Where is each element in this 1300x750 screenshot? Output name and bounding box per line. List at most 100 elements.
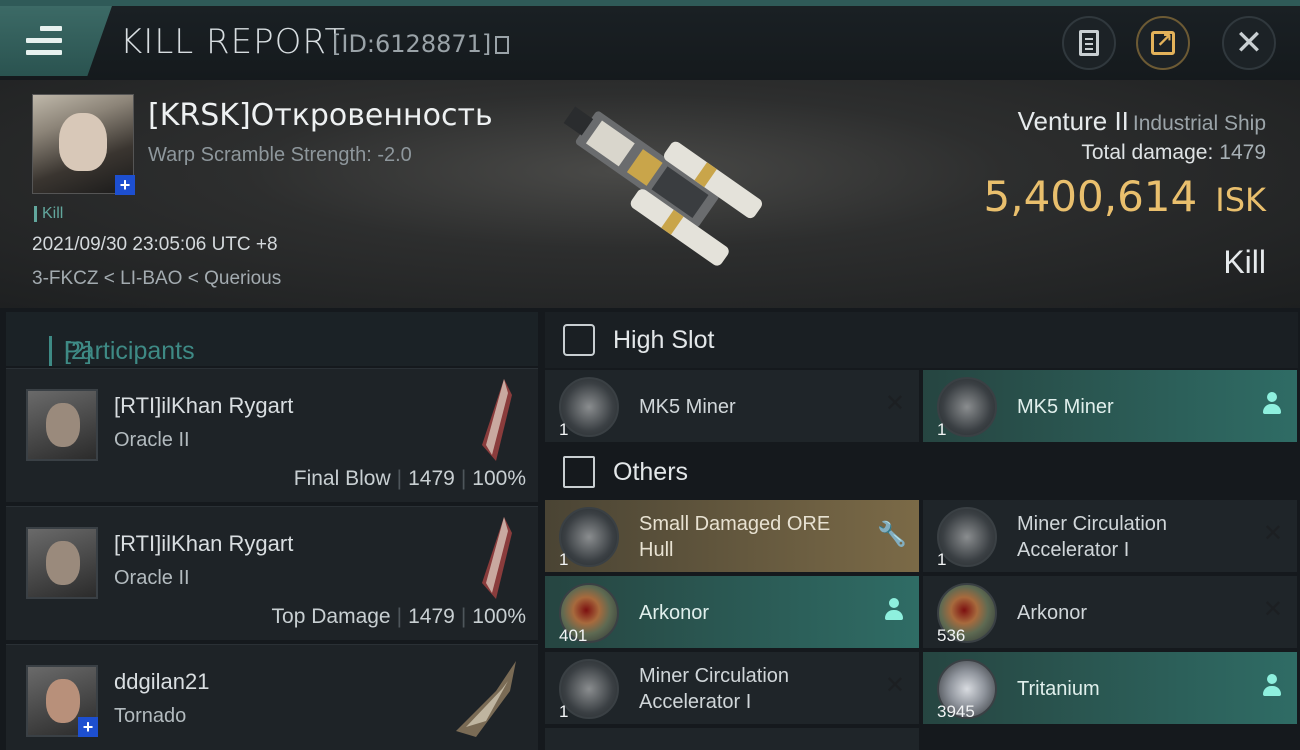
- report-button[interactable]: [1062, 16, 1116, 70]
- participant-damage: 1479: [408, 605, 455, 628]
- kill-result: Kill: [1223, 244, 1266, 280]
- participant-percent: 100%: [472, 605, 526, 628]
- item-quantity: 1: [559, 420, 569, 439]
- item-cell[interactable]: 1 MK5 Miner ✕: [545, 370, 919, 442]
- cube-icon: [563, 456, 595, 488]
- ship-name-text: Venture II: [1017, 106, 1129, 136]
- ship-class: Industrial Ship: [1132, 112, 1266, 135]
- destroyed-icon: ✕: [884, 672, 905, 699]
- participant-name: [RTI]ilKhan Rygart: [114, 393, 294, 418]
- isk-unit: ISK: [1215, 181, 1266, 219]
- total-damage-label: Total damage:: [1081, 141, 1214, 164]
- item-cell[interactable]: [545, 728, 919, 750]
- item-name-line1: Small Damaged ORE: [639, 513, 831, 535]
- participant-row[interactable]: [RTI]ilKhan Rygart Oracle II Top Damage |…: [6, 506, 538, 640]
- copy-icon[interactable]: [495, 36, 510, 54]
- participant-percent: 100%: [472, 467, 526, 490]
- item-name-line1: Miner Circulation: [639, 665, 790, 687]
- others-label: Others: [613, 458, 689, 486]
- participant-row[interactable]: [RTI]ilKhan Rygart Oracle II Final Blow |…: [6, 368, 538, 502]
- item-cell[interactable]: 536 Arkonor ✕: [923, 576, 1297, 648]
- item-quantity: 1: [937, 550, 947, 569]
- isk-value: 5,400,614 ISK: [984, 172, 1267, 221]
- close-icon: ✕: [1234, 24, 1264, 62]
- destroyed-icon: ✕: [1262, 596, 1283, 623]
- item-name: Arkonor: [1017, 602, 1088, 624]
- participant-ship: Oracle II: [114, 429, 190, 451]
- participant-ship: Oracle II: [114, 567, 190, 589]
- item-quantity: 1: [559, 702, 569, 721]
- item-name: Arkonor: [639, 602, 710, 624]
- destroyed-icon: ✕: [1262, 520, 1283, 547]
- item-quantity: 3945: [937, 702, 975, 721]
- warp-scramble-strength: Warp Scramble Strength: -2.0: [148, 144, 412, 166]
- item-name-line2: Accelerator I: [1017, 539, 1130, 561]
- item-cell[interactable]: 1 Miner Circulation Accelerator I ✕: [545, 652, 919, 724]
- participant-ship-icon: [482, 379, 512, 461]
- close-button[interactable]: ✕: [1222, 16, 1276, 70]
- kill-location[interactable]: 3-FKCZ < LI-BAO < Querious: [32, 268, 281, 290]
- participant-role: Top Damage: [271, 605, 391, 628]
- dropped-person-icon: [885, 598, 903, 622]
- participants-header: Participants [2]: [6, 312, 538, 366]
- participant-name: ddgilan21: [114, 669, 210, 694]
- hamburger-icon: [26, 26, 62, 55]
- item-name: Small Damaged ORE Hull: [639, 511, 830, 563]
- total-damage-value: 1479: [1219, 141, 1266, 164]
- kill-datetime: 2021/09/30 23:05:06 UTC +8: [32, 234, 278, 255]
- victim-name[interactable]: [KRSK]Откровенность: [148, 98, 493, 133]
- high-slot-icon: [563, 324, 595, 356]
- item-name-line1: Miner Circulation: [1017, 513, 1168, 535]
- share-button[interactable]: [1136, 16, 1190, 70]
- share-icon: [1151, 28, 1175, 55]
- report-id-text: [ID:6128871]: [332, 30, 492, 58]
- item-name: Miner Circulation Accelerator I: [1017, 511, 1167, 563]
- dropped-person-icon: [1263, 392, 1281, 416]
- victim-ship-image: [563, 106, 763, 266]
- wrench-icon: 🔧: [877, 521, 907, 548]
- item-quantity: 1: [937, 420, 947, 439]
- portrait-face: [46, 403, 80, 447]
- participant-avatar[interactable]: +: [26, 665, 98, 737]
- item-cell[interactable]: 1 Miner Circulation Accelerator I ✕: [923, 500, 1297, 572]
- participant-name: [RTI]ilKhan Rygart: [114, 531, 294, 556]
- item-cell[interactable]: 401 Arkonor: [545, 576, 919, 648]
- participant-damage: 1479: [408, 467, 455, 490]
- destroyed-icon: ✕: [884, 390, 905, 417]
- plus-icon: +: [115, 175, 135, 195]
- participant-row[interactable]: + ddgilan21 Tornado: [6, 644, 538, 750]
- participant-avatar[interactable]: [26, 389, 98, 461]
- victim-ship-name[interactable]: Venture II Industrial Ship: [1018, 106, 1266, 137]
- document-icon: [1079, 30, 1099, 56]
- item-name-line2: Hull: [639, 539, 674, 561]
- portrait-face: [59, 113, 107, 171]
- high-slot-label: High Slot: [613, 326, 715, 354]
- participant-ship: Tornado: [114, 705, 187, 727]
- portrait-face: [46, 541, 80, 585]
- portrait-face: [46, 679, 80, 723]
- page-title: KILL REPORT: [120, 22, 347, 62]
- item-name: Miner Circulation Accelerator I: [639, 663, 789, 715]
- item-cell[interactable]: 1 MK5 Miner: [923, 370, 1297, 442]
- participant-stats: Top Damage | 1479 | 100%: [271, 605, 526, 628]
- item-cell[interactable]: 3945 Tritanium: [923, 652, 1297, 724]
- high-slot-header: High Slot: [545, 312, 1298, 368]
- item-quantity: 536: [937, 626, 966, 645]
- participant-stats: Final Blow | 1479 | 100%: [293, 467, 526, 490]
- kill-tag: Kill: [34, 206, 63, 222]
- total-damage: Total damage: 1479: [1081, 141, 1266, 165]
- item-name: Tritanium: [1017, 678, 1100, 700]
- item-quantity: 1: [559, 550, 569, 569]
- item-name-line2: Accelerator I: [639, 691, 752, 713]
- dropped-person-icon: [1263, 674, 1281, 698]
- participant-ship-icon: [456, 661, 516, 737]
- plus-icon: +: [78, 717, 98, 737]
- item-quantity: 401: [559, 626, 588, 645]
- item-cell[interactable]: 1 Small Damaged ORE Hull 🔧: [545, 500, 919, 572]
- item-name: MK5 Miner: [639, 396, 736, 418]
- report-id[interactable]: [ID:6128871]: [332, 30, 510, 58]
- others-header: Others: [545, 444, 1298, 500]
- victim-avatar[interactable]: +: [32, 94, 135, 195]
- item-name: MK5 Miner: [1017, 396, 1114, 418]
- participant-avatar[interactable]: [26, 527, 98, 599]
